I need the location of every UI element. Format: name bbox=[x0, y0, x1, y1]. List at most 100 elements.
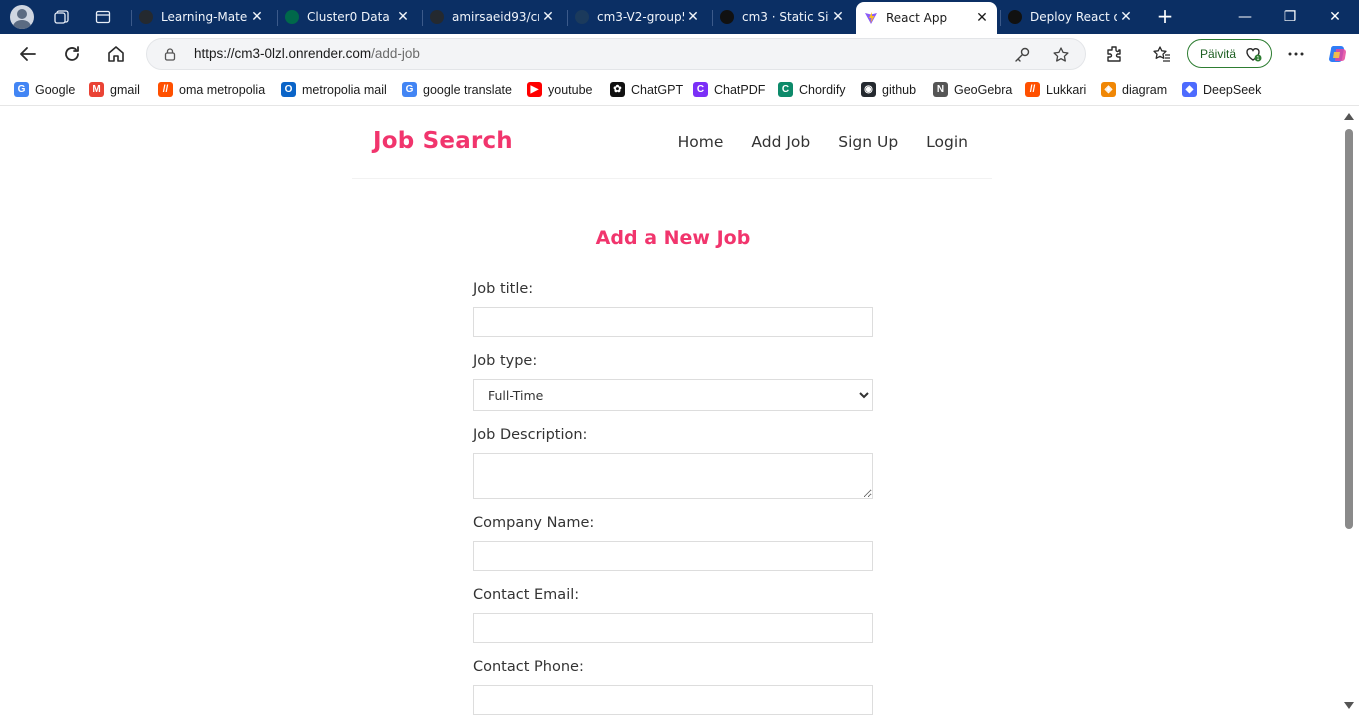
bookmark-label: ChatPDF bbox=[714, 82, 766, 97]
browser-tab[interactable]: Deploy React or ✕ bbox=[1000, 4, 1141, 30]
bookmark-geogebra[interactable]: N GeoGebra bbox=[933, 82, 1012, 97]
nav-link-sign-up[interactable]: Sign Up bbox=[838, 133, 898, 151]
tab-separator bbox=[567, 10, 568, 26]
gmail-icon: M bbox=[89, 82, 104, 97]
company-name-input[interactable] bbox=[473, 541, 873, 571]
bookmark-metropolia-mail[interactable]: Ometropolia mail bbox=[281, 82, 387, 97]
job-title-label: Job title: bbox=[473, 281, 534, 297]
bookmark-chatpdf[interactable]: C ChatPDF bbox=[693, 82, 765, 97]
youtube-icon: ▶ bbox=[527, 82, 542, 97]
refresh-icon[interactable] bbox=[61, 43, 83, 65]
browser-tab[interactable]: Learning-Materi ✕ bbox=[131, 4, 272, 30]
bookmark-chordify[interactable]: C Chordify bbox=[778, 82, 846, 97]
contact-phone-input[interactable] bbox=[473, 685, 873, 715]
job-type-label: Job type: bbox=[473, 353, 538, 369]
bookmark-oma-metropolia[interactable]: // oma metropolia bbox=[158, 82, 265, 97]
bookmark-lukkari[interactable]: // Lukkari bbox=[1025, 82, 1086, 97]
scroll-up-arrow-icon[interactable] bbox=[1344, 113, 1354, 120]
close-tab-icon[interactable]: ✕ bbox=[1117, 9, 1135, 25]
minimize-button[interactable]: — bbox=[1236, 8, 1254, 26]
chatgpt-icon: ✿ bbox=[610, 82, 625, 97]
close-window-button[interactable]: ✕ bbox=[1326, 8, 1344, 26]
bookmark-label: google translate bbox=[423, 82, 512, 97]
page-scrollbar[interactable] bbox=[1341, 107, 1359, 719]
close-tab-icon[interactable]: ✕ bbox=[539, 9, 557, 25]
bookmark-youtube[interactable]: ▶ youtube bbox=[527, 82, 592, 97]
new-tab-button[interactable]: + bbox=[1156, 6, 1174, 26]
tab-actions-icon[interactable] bbox=[95, 9, 111, 25]
tab-title: amirsaeid93/cm bbox=[452, 10, 539, 24]
bookmark-gmail[interactable]: Mgmail bbox=[89, 82, 140, 97]
bookmark-label: gmail bbox=[110, 82, 140, 97]
nav-link-add-job[interactable]: Add Job bbox=[751, 133, 810, 151]
browser-tab[interactable]: Cluster0 Data | M✕ bbox=[277, 4, 418, 30]
tab-title: Deploy React or bbox=[1030, 10, 1117, 24]
browser-tab[interactable]: amirsaeid93/cm✕ bbox=[422, 4, 563, 30]
contact-email-input[interactable] bbox=[473, 613, 873, 643]
favorites-icon[interactable] bbox=[1152, 44, 1172, 64]
render-icon bbox=[720, 10, 734, 24]
update-button[interactable]: Päivitä 1 bbox=[1187, 39, 1272, 68]
nav-links: Home Add Job Sign Up Login bbox=[678, 133, 968, 151]
bookmark-google[interactable]: G Google bbox=[14, 82, 75, 97]
bookmark-github[interactable]: ◉ github bbox=[861, 82, 916, 97]
tab-title: cm3 · Static Site bbox=[742, 10, 829, 24]
nav-link-home[interactable]: Home bbox=[678, 133, 724, 151]
close-tab-icon[interactable]: ✕ bbox=[973, 10, 991, 26]
bookmark-diagram[interactable]: ◈ diagram bbox=[1101, 82, 1167, 97]
bookmark-label: GeoGebra bbox=[954, 82, 1013, 97]
job-title-input[interactable] bbox=[473, 307, 873, 337]
close-tab-icon[interactable]: ✕ bbox=[394, 9, 412, 25]
browser-tab[interactable]: React App ✕ bbox=[856, 2, 997, 34]
extensions-icon[interactable] bbox=[1104, 44, 1124, 64]
mongodb-leaf-icon bbox=[285, 10, 299, 24]
translate-icon: G bbox=[402, 82, 417, 97]
url-text: https://cm3-0lzl.onrender.com/add-job bbox=[194, 46, 420, 61]
browser-tab[interactable]: cm3 · Static Site✕ bbox=[712, 4, 853, 30]
bookmark-label: Chordify bbox=[799, 82, 846, 97]
job-description-label: Job Description: bbox=[473, 427, 588, 443]
svg-text:1: 1 bbox=[1256, 56, 1259, 62]
bookmark-label: Lukkari bbox=[1046, 82, 1087, 97]
tab-separator bbox=[712, 10, 713, 26]
metropolia-icon: // bbox=[158, 82, 173, 97]
close-tab-icon[interactable]: ✕ bbox=[684, 9, 702, 25]
bookmark-label: ChatGPT bbox=[631, 82, 684, 97]
home-icon[interactable] bbox=[105, 43, 127, 65]
github-icon bbox=[430, 10, 444, 24]
browser-tab-strip: Learning-Materi✕Cluster0 Data | M✕amirsa… bbox=[0, 0, 1359, 34]
address-bar[interactable]: https://cm3-0lzl.onrender.com/add-job bbox=[146, 38, 1086, 70]
workspaces-icon[interactable] bbox=[54, 9, 70, 25]
scrollbar-thumb[interactable] bbox=[1345, 129, 1353, 529]
google-icon: G bbox=[14, 82, 29, 97]
company-name-label: Company Name: bbox=[473, 515, 595, 531]
key-icon[interactable] bbox=[1013, 46, 1031, 64]
brand-title: Job Search bbox=[373, 128, 513, 154]
site-info-icon[interactable] bbox=[163, 47, 177, 61]
nav-link-login[interactable]: Login bbox=[926, 133, 968, 151]
more-options-icon[interactable] bbox=[1286, 44, 1306, 64]
back-arrow-icon[interactable] bbox=[17, 43, 39, 65]
close-tab-icon[interactable]: ✕ bbox=[248, 9, 266, 25]
tab-separator bbox=[131, 10, 132, 26]
chordify-icon: C bbox=[778, 82, 793, 97]
tab-title: Cluster0 Data | M bbox=[307, 10, 394, 24]
app-navbar: Job Search Home Add Job Sign Up Login bbox=[352, 107, 992, 179]
scroll-down-arrow-icon[interactable] bbox=[1344, 702, 1354, 709]
restore-button[interactable]: ❐ bbox=[1281, 8, 1299, 26]
browser-tab[interactable]: cm3-V2-group5 ✕ bbox=[567, 4, 708, 30]
copilot-icon[interactable] bbox=[1327, 43, 1349, 65]
close-tab-icon[interactable]: ✕ bbox=[829, 9, 847, 25]
profile-avatar[interactable] bbox=[10, 5, 34, 29]
contact-email-label: Contact Email: bbox=[473, 587, 580, 603]
bookmark-label: metropolia mail bbox=[302, 82, 387, 97]
bookmark-deepseek[interactable]: ◆ DeepSeek bbox=[1182, 82, 1261, 97]
job-description-textarea[interactable] bbox=[473, 453, 873, 499]
bookmark-google-translate[interactable]: Ggoogle translate bbox=[402, 82, 512, 97]
favorite-star-icon[interactable] bbox=[1052, 46, 1070, 64]
job-type-select[interactable]: Full-Time bbox=[473, 379, 873, 411]
bookmark-label: Google bbox=[35, 82, 76, 97]
tab-title: cm3-V2-group5 bbox=[597, 10, 684, 24]
outlook-icon: O bbox=[281, 82, 296, 97]
bookmark-chatgpt[interactable]: ✿ ChatGPT bbox=[610, 82, 683, 97]
